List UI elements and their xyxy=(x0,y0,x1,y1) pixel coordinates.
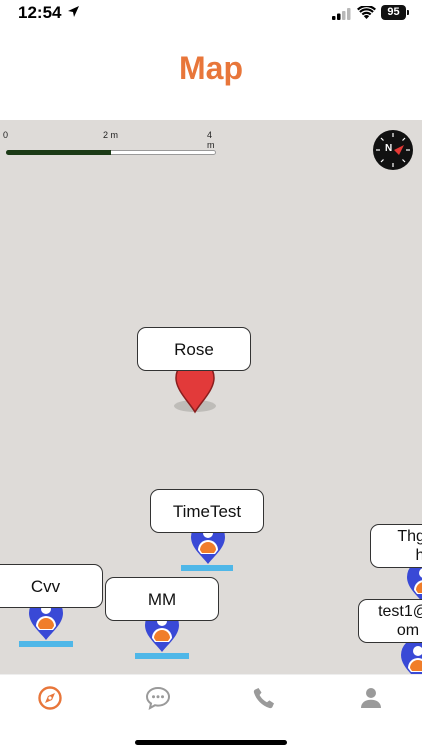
tab-profile[interactable] xyxy=(351,681,391,715)
marker-callout-mm[interactable]: MM xyxy=(105,577,219,621)
person-icon xyxy=(361,688,381,708)
tab-map[interactable] xyxy=(30,681,70,715)
status-time: 12:54 xyxy=(18,3,62,22)
home-indicator xyxy=(135,740,287,745)
scale-label-4m: 4 m xyxy=(207,130,215,150)
chat-icon xyxy=(145,686,171,710)
status-bar: 12:54 95 xyxy=(0,0,422,28)
scale-label-2m: 2 m xyxy=(103,130,119,140)
scale-fill xyxy=(6,150,111,155)
user-marker-icon[interactable] xyxy=(398,638,422,674)
marker-callout-timetest[interactable]: TimeTest xyxy=(150,489,264,533)
marker-callout-line1: test1@g xyxy=(378,603,422,620)
map-view[interactable]: 0 2 m 4 m N Rose TimeTest Cvv MM Thg h t… xyxy=(0,120,422,674)
marker-callout-cvv[interactable]: Cvv xyxy=(0,564,103,608)
marker-callout-line1: Thggg xyxy=(397,528,422,545)
tab-phone[interactable] xyxy=(244,681,284,715)
cellular-signal-icon xyxy=(332,8,351,20)
tab-chat[interactable] xyxy=(138,681,178,715)
tab-bar xyxy=(0,674,422,725)
map-scale-bar: 0 2 m 4 m xyxy=(3,130,218,156)
marker-callout-thggg[interactable]: Thggg h xyxy=(370,524,422,568)
phone-icon xyxy=(253,688,274,709)
marker-callout-line2: om xyxy=(396,622,420,639)
scale-label-0: 0 xyxy=(3,130,9,140)
compass-icon xyxy=(38,686,62,710)
battery-indicator: 95 xyxy=(381,5,406,20)
compass-icon xyxy=(376,133,410,167)
location-arrow-icon xyxy=(68,6,79,17)
destination-callout[interactable]: Rose xyxy=(137,327,251,371)
compass-button[interactable]: N xyxy=(373,130,413,170)
marker-callout-line2: h xyxy=(415,547,422,564)
marker-callout-test1[interactable]: test1@g om xyxy=(358,599,422,643)
wifi-icon xyxy=(357,6,376,19)
compass-north-label: N xyxy=(385,143,393,154)
battery-tip xyxy=(407,10,409,15)
page-title: Map xyxy=(179,50,243,86)
